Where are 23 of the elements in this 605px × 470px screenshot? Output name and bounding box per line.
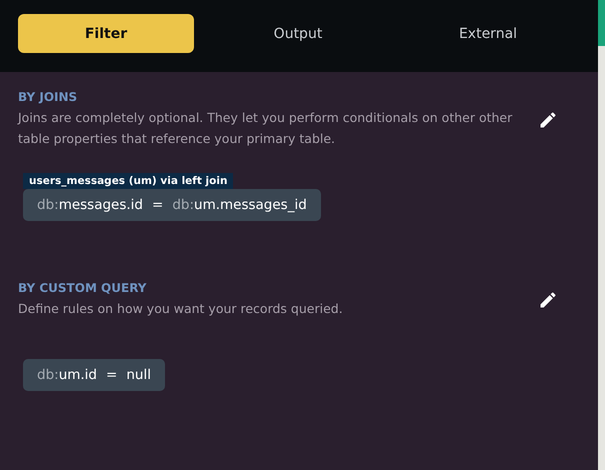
scrollbar[interactable] — [598, 0, 605, 470]
field-text: null — [126, 367, 151, 383]
field-text: um.id — [58, 367, 98, 383]
prefix-text: db: — [37, 367, 59, 383]
tab[interactable]: Output — [210, 14, 386, 53]
operator-text: = — [106, 367, 118, 383]
section-description: Joins are completely optional. They let you perform conditionals on other other table properties that reference your primary table. — [18, 109, 514, 148]
field-text: um.messages_id — [194, 197, 307, 213]
tab[interactable]: External — [400, 14, 576, 53]
join-label: users_messages (um) via left join — [23, 173, 234, 189]
section-title: BY JOINS — [18, 90, 78, 104]
scrollbar-thumb[interactable] — [598, 0, 605, 46]
section-description: Define rules on how you want your records queried. — [18, 300, 344, 318]
condition-chip[interactable]: db:messages.id = db:um.messages_id — [23, 189, 321, 221]
field-text: messages.id — [58, 197, 144, 213]
prefix-text: db: — [172, 197, 194, 213]
section-title: BY CUSTOM QUERY — [18, 281, 148, 295]
edit-icon[interactable] — [538, 110, 558, 130]
operator-text: = — [152, 197, 164, 213]
edit-icon[interactable] — [538, 290, 558, 310]
prefix-text: db: — [37, 197, 59, 213]
condition-chip[interactable]: db:um.id = null — [23, 359, 165, 391]
tab[interactable]: Filter — [18, 14, 194, 53]
